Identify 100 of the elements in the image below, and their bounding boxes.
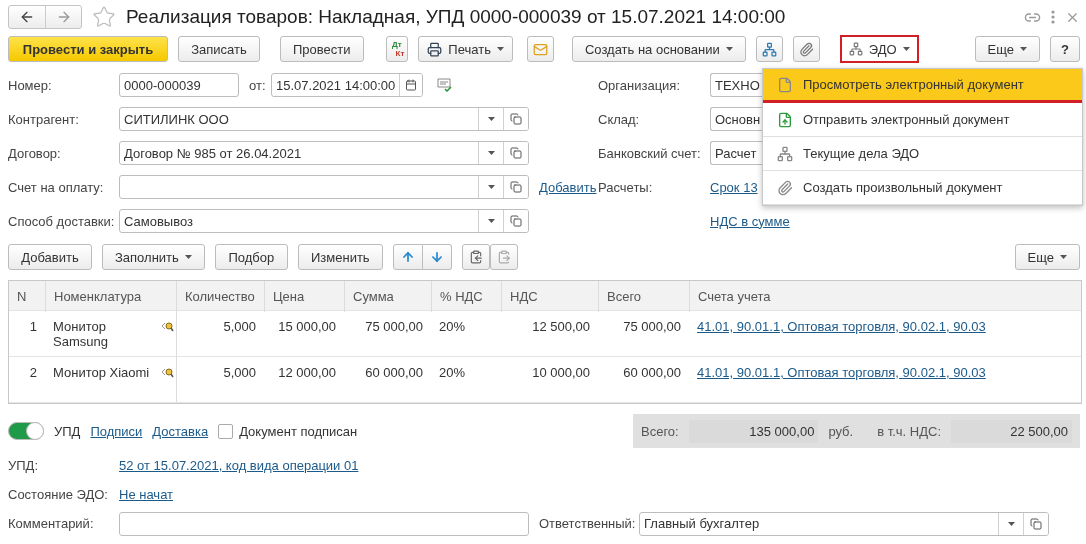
column-header: N [16,288,28,306]
status-link[interactable]: Не начат [119,487,174,502]
squares-icon [510,181,522,193]
field-label: Банковский счет: [598,145,702,161]
menu-item[interactable]: Текущие дела ЭДО [763,137,1082,171]
date-field[interactable]: 15.07.2021 14:00:00 [271,73,423,97]
caret-icon [487,151,495,155]
accounts-link[interactable]: 41.01, 90.01.1, Оптовая торговля, 90.02.1, 90.03 [697,319,986,334]
copy-icon [468,250,483,264]
table-cell: Монитор Samsung [45,311,176,357]
calendar-button[interactable] [399,74,422,96]
caret-icon [1007,521,1015,526]
squares-icon [510,215,522,227]
table-cell-text: 60 000,00 [622,364,682,382]
checkbox[interactable] [218,423,234,439]
field-link[interactable]: Срок 13 [710,179,758,195]
number-field[interactable]: 0000-000039 [119,73,239,97]
more-button[interactable]: Еще [1014,244,1080,270]
field-label: Счет на оплату: [8,179,105,195]
document-icon [777,76,793,93]
paste-icon [496,250,511,264]
window-title: Реализация товаров: Накладная, УПД 0000-000039 от 15.07.2021 14:00:00 [126,6,787,28]
open-button[interactable] [503,108,528,130]
menu-item[interactable]: Создать произвольный документ [763,171,1082,205]
caret-icon [184,255,192,259]
menu-button[interactable] [1051,10,1055,24]
add-link[interactable]: Добавить [539,179,597,195]
print-button[interactable]: Печать [418,36,513,62]
tab-link[interactable]: Подписи [90,423,143,439]
mail-button[interactable] [526,36,554,62]
field-label: Ответственный: [539,516,637,531]
table-cell: Монитор Xiaomi [45,357,176,402]
field-label: Комментарий: [8,516,95,531]
caret-icon [1020,47,1028,51]
caret-icon [487,219,495,223]
structure-icon [761,41,777,57]
caret-icon [1060,255,1067,259]
create-based-on-button[interactable]: Создать на основании [571,36,746,62]
document-upload-icon [777,111,793,128]
add-button[interactable]: Добавить [8,244,92,270]
open-button[interactable] [503,210,528,232]
input-field[interactable]: Главный бухгалтер [639,511,1049,536]
menu-item[interactable]: Просмотреть электронный документ [763,69,1082,103]
caret-icon [725,47,733,51]
comment-field[interactable] [119,511,529,536]
squares-icon [1030,517,1042,530]
save-button[interactable]: Записать [178,36,260,62]
post-and-close-button[interactable]: Провести и закрыть [8,36,168,62]
post-button[interactable]: Провести [280,36,364,62]
input-field[interactable] [119,175,529,199]
checkbox-label: Документ подписан [239,423,358,439]
caret-icon [487,117,495,121]
star-icon [92,5,116,29]
move-up-button[interactable] [392,244,423,270]
tab-link[interactable]: Доставка [152,423,209,439]
input-field[interactable]: Самовывоз [119,209,529,233]
totals-label: Всего: [641,423,679,439]
upd-link[interactable]: 52 от 15.07.2021, код вида операции 01 [119,458,359,473]
paste-button[interactable] [489,244,518,270]
open-button[interactable] [503,176,528,198]
envelope-icon [532,41,548,57]
currency-label: руб. [828,423,854,439]
fill-button[interactable]: Заполнить [102,244,205,270]
structure-button[interactable] [755,36,783,62]
table-cell-text: 2 [28,364,38,382]
total-value: 135 000,00 [688,419,819,443]
back-arrow-icon [19,9,35,25]
debit-credit-button[interactable]: Дт Кт [385,36,409,62]
table-cell-text: 12 500,00 [531,318,591,336]
help-button[interactable]: ? [1050,36,1080,62]
move-down-button[interactable] [422,244,452,270]
printer-icon [427,41,443,57]
attach-button[interactable] [792,36,820,62]
input-field[interactable]: Договор № 985 от 26.04.2021 [119,141,529,165]
more-button[interactable]: Еще [974,36,1041,62]
field-label: УПД: [8,458,40,473]
field-label: Состояние ЭДО: [8,487,109,502]
toggle-switch[interactable] [8,422,44,440]
accounts-link[interactable]: 41.01, 90.01.1, Оптовая торговля, 90.02.1, 90.03 [697,365,986,380]
open-button[interactable] [1023,512,1048,535]
table-cell-text: 20% [438,318,467,336]
input-field[interactable]: СИТИЛИНК ООО [119,107,529,131]
vat-value: 22 500,00 [951,419,1072,443]
table-cell-text: 75 000,00 [364,318,424,336]
change-button[interactable]: Изменить [297,244,383,270]
table-cell-text: 15 000,00 [277,318,337,336]
paperclip-icon [777,179,793,196]
table-cell-text: 1 [28,318,38,336]
lookup-icon [162,367,174,378]
caret-icon [902,47,910,51]
favorite-button[interactable] [92,5,116,29]
caret-icon [487,185,495,189]
open-button[interactable] [503,142,528,164]
pick-button[interactable]: Подбор [214,244,288,270]
table-cell-text: 12 000,00 [277,364,337,382]
field-link[interactable]: НДС в сумме [710,213,790,229]
document-check-icon [437,78,453,92]
menu-item[interactable]: Отправить электронный документ [763,103,1082,137]
field-label: Договор: [8,145,62,161]
copy-button[interactable] [461,244,490,270]
